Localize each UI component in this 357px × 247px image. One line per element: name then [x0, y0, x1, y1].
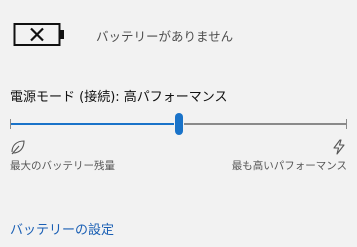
slider-thumb[interactable]: [175, 113, 183, 135]
power-mode-slider[interactable]: [10, 113, 347, 135]
slider-track-empty: [184, 123, 347, 125]
battery-status-row: バッテリーがありません: [13, 22, 343, 48]
slider-track-filled: [10, 123, 174, 125]
slider-max-label: 最も高いパフォーマンス: [231, 160, 347, 172]
battery-missing-icon: [13, 23, 64, 46]
slider-min-label: 最大のバッテリー残量: [10, 160, 115, 172]
battery-settings-link[interactable]: バッテリーの設定: [10, 219, 114, 238]
leaf-icon: [11, 140, 25, 155]
lightning-icon: [333, 139, 345, 155]
slider-tick-min: [10, 119, 11, 129]
power-mode-label: 電源モード (接続): 高パフォーマンス: [10, 90, 228, 105]
battery-status-text: バッテリーがありません: [96, 29, 234, 44]
slider-tick-max: [346, 119, 347, 129]
battery-flyout: バッテリーがありません 電源モード (接続): 高パフォーマンス 最大のバッテリ…: [0, 0, 357, 247]
